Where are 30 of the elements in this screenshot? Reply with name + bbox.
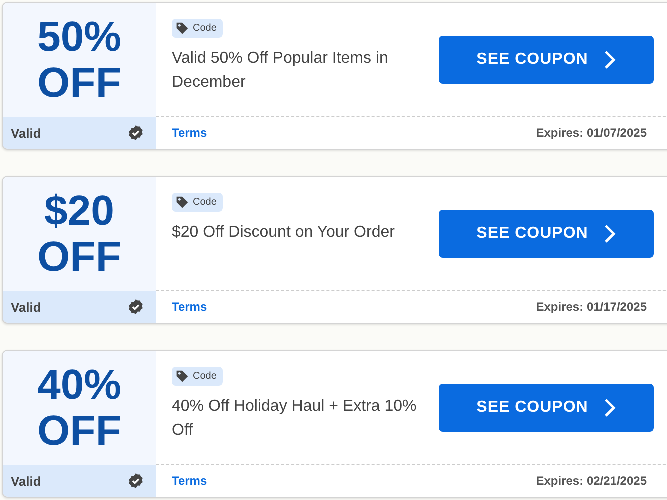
expiry-date: Expires: 01/07/2025 [536, 126, 647, 140]
discount-unit: OFF [38, 60, 122, 106]
expiry-date: Expires: 01/17/2025 [536, 300, 647, 314]
see-coupon-button[interactable]: SEE COUPON [439, 36, 654, 84]
status-label: Valid [11, 126, 42, 140]
chevron-icon [604, 50, 616, 70]
discount-amount: $20 [44, 188, 115, 234]
chevron-icon [604, 398, 616, 418]
tag-label: Code [193, 197, 217, 208]
discount-unit: OFF [38, 408, 122, 454]
tag-icon [176, 196, 189, 209]
see-coupon-button[interactable]: SEE COUPON [439, 384, 654, 432]
tag-icon [176, 370, 189, 383]
coupon-title: $20 Off Discount on Your Order [172, 223, 396, 243]
terms-link[interactable]: Terms [172, 474, 208, 488]
status-label: Valid [11, 300, 42, 314]
discount-amount: 50% [37, 14, 122, 60]
terms-link[interactable]: Terms [172, 126, 208, 140]
discount-unit: OFF [38, 234, 122, 280]
tag-icon [176, 22, 189, 35]
status-label: Valid [11, 474, 42, 488]
coupon-title: 40% Off Holiday Haul + Extra 10% Off [172, 397, 418, 441]
discount-amount: 40% [37, 362, 122, 408]
tag-label: Code [193, 23, 217, 34]
coupon-title: Valid 50% Off Popular Items in December [172, 49, 390, 93]
expiry-date: Expires: 02/21/2025 [536, 474, 647, 488]
terms-link[interactable]: Terms [172, 300, 208, 314]
tag-label: Code [193, 371, 217, 382]
chevron-icon [604, 224, 616, 244]
see-coupon-button[interactable]: SEE COUPON [439, 210, 654, 258]
